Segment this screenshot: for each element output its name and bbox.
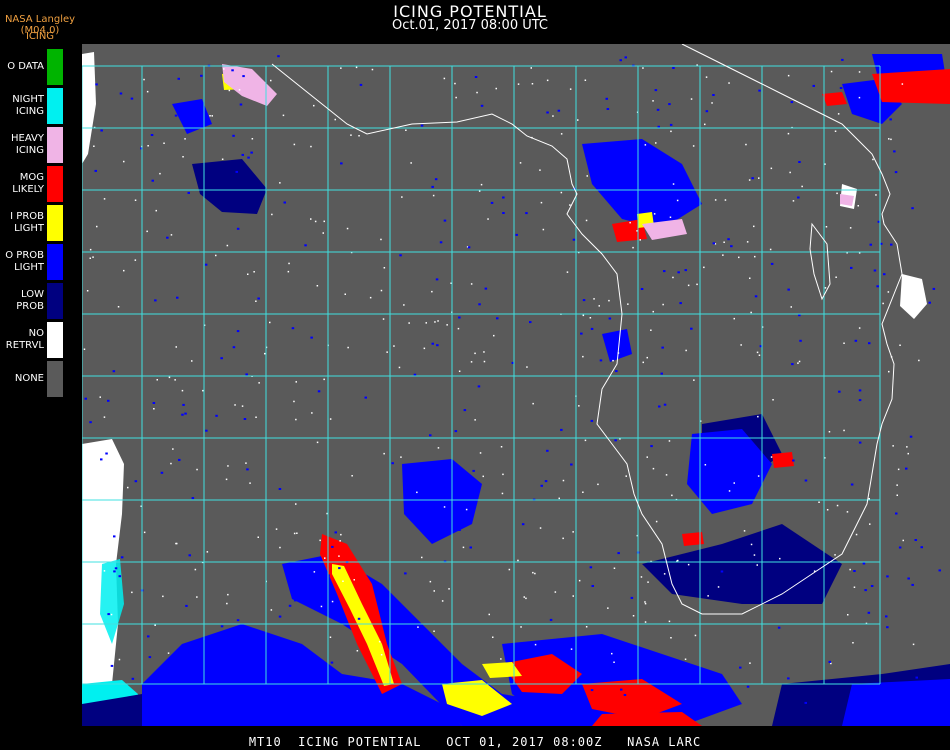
- icing-map: [82, 44, 950, 726]
- legend-item-lo-prob-light: O PROB LIGHT: [0, 243, 66, 281]
- legend-swatch: [46, 243, 64, 281]
- legend-swatch: [46, 165, 64, 203]
- legend-label: NO RETRVL: [5, 328, 44, 351]
- legend-swatch: [46, 87, 64, 125]
- legend-label: MOG LIKELY: [12, 172, 44, 195]
- legend-label: LOW PROB: [16, 289, 44, 312]
- legend-swatch: [46, 126, 64, 164]
- footer-caption: MT10 ICING POTENTIAL OCT 01, 2017 08:00Z…: [248, 735, 702, 749]
- legend-item-no-data: O DATA: [0, 48, 66, 86]
- legend-label: NONE: [14, 373, 44, 384]
- legend-item-mog-likely: MOG LIKELY: [0, 165, 66, 203]
- legend-swatch: [46, 360, 64, 398]
- legend-swatch: [46, 321, 64, 359]
- legend-label: I PROB LIGHT: [10, 211, 44, 234]
- legend-label: HEAVY ICING: [11, 133, 44, 156]
- map-datetime: Oct.01, 2017 08:00 UTC: [392, 18, 548, 33]
- legend-label: NIGHT ICING: [12, 94, 44, 117]
- legend-swatch: [46, 282, 64, 320]
- legend-swatch: [46, 48, 64, 86]
- legend-item-none: NONE: [0, 360, 66, 398]
- legend-label: O DATA: [7, 61, 44, 72]
- legend-item-no-retrieval: NO RETRVL: [0, 321, 66, 359]
- legend-label: O PROB LIGHT: [5, 250, 44, 273]
- legend-item-heavy-icing: HEAVY ICING: [0, 126, 66, 164]
- product-label: ICING: [25, 31, 55, 42]
- legend-item-low-prob: LOW PROB: [0, 282, 66, 320]
- legend-swatch: [46, 204, 64, 242]
- legend-item-night-icing: NIGHT ICING: [0, 87, 66, 125]
- legend-item-hi-prob-light: I PROB LIGHT: [0, 204, 66, 242]
